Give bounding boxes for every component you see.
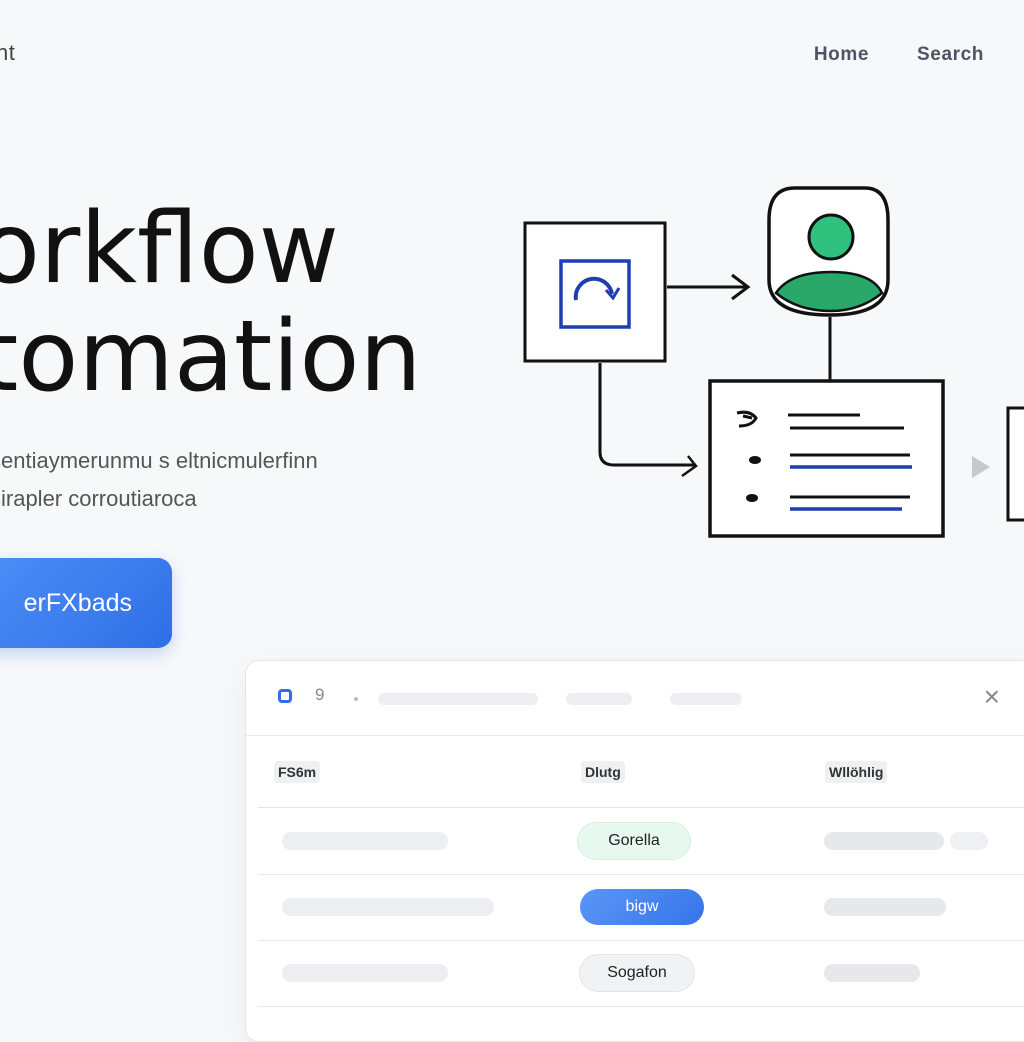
table-row[interactable]: Gorella <box>258 808 1024 875</box>
hero-title-line-1: orkflow <box>0 192 339 306</box>
status-badge: bigw <box>580 889 704 925</box>
close-icon[interactable]: × <box>984 683 1000 711</box>
toolbar-placeholder-1 <box>378 693 538 705</box>
cell-placeholder <box>824 832 944 850</box>
separator-dot <box>354 697 358 701</box>
panel-toolbar: 9 × <box>246 661 1024 736</box>
data-panel: 9 × FS6m Dlutg Wllöhlig Gorella bigw Sog… <box>245 660 1024 1042</box>
app-icon <box>278 689 292 703</box>
clipped-node <box>1006 406 1024 522</box>
brand[interactable]: nt <box>0 40 15 66</box>
table-row[interactable]: bigw <box>258 874 1024 941</box>
cell-placeholder <box>824 964 920 982</box>
hero-subtitle-line-2: sirapler corroutiaroca <box>0 486 197 511</box>
status-badge: Gorella <box>578 823 690 859</box>
nav-home[interactable]: Home <box>814 44 869 66</box>
cell-placeholder <box>950 832 988 850</box>
cell-placeholder <box>282 832 448 850</box>
column-header-2[interactable]: Dlutg <box>581 761 625 783</box>
refresh-icon <box>559 259 631 329</box>
hero-subtitle: sentiaymerunmu s eltnicmulerfinn siraple… <box>0 442 460 518</box>
next-arrow-icon <box>972 456 990 478</box>
cell-placeholder <box>282 898 494 916</box>
status-badge: Sogafon <box>580 955 694 991</box>
hero-title-line-2: tomation <box>0 300 422 414</box>
elbow-connector <box>598 363 695 467</box>
nav-search[interactable]: Search <box>917 44 984 66</box>
hero-title: orkflow tomation <box>0 195 422 411</box>
list-doc-icon <box>708 379 945 538</box>
top-nav: Home Search <box>814 44 984 66</box>
table-row[interactable]: Sogafon <box>258 940 1024 1007</box>
cell-placeholder <box>824 898 946 916</box>
hero-subtitle-line-1: sentiaymerunmu s eltnicmulerfinn <box>0 448 318 473</box>
table-header: FS6m Dlutg Wllöhlig <box>274 761 1024 791</box>
workflow-diagram <box>523 186 1024 538</box>
toolbar-placeholder-3 <box>670 693 742 705</box>
search-icon[interactable]: 9 <box>315 685 324 705</box>
cell-placeholder <box>282 964 448 982</box>
column-header-1[interactable]: FS6m <box>274 761 321 783</box>
cta-button[interactable]: erFXbads <box>0 558 172 648</box>
column-header-3[interactable]: Wllöhlig <box>825 761 888 783</box>
toolbar-placeholder-2 <box>566 693 632 705</box>
